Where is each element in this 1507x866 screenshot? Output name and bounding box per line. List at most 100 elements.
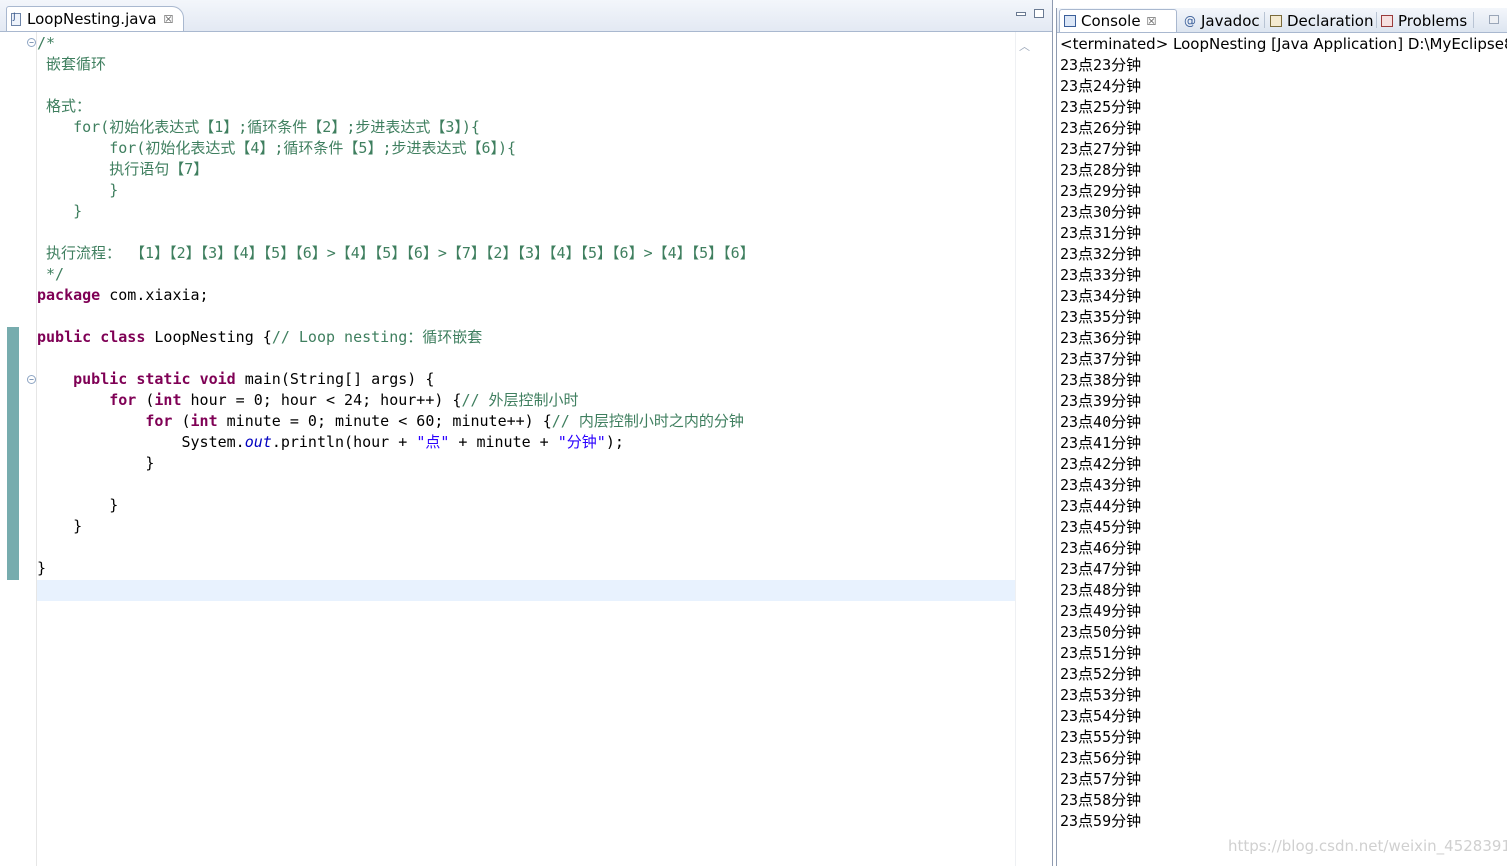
tab-declaration-label: Declaration [1287, 11, 1374, 30]
console-output-line: 23点58分钟 [1060, 791, 1142, 809]
view-tab-bar: Console ☒ @ Javadoc Declaration Problems [1057, 8, 1507, 33]
editor-pane: LoopNesting.java ☒ − − ︿ /* 嵌套循环 格式： for… [0, 0, 1053, 866]
code-token: } [37, 181, 119, 199]
tab-problems[interactable]: Problems [1377, 9, 1473, 32]
quick-diff-change-bar [7, 327, 19, 580]
console-output-line: 23点49分钟 [1060, 602, 1142, 620]
code-token: public [37, 328, 92, 346]
tab-console-label: Console [1081, 12, 1141, 30]
code-line: package com.xiaxia; [37, 285, 1015, 306]
maximize-button[interactable] [1034, 9, 1044, 18]
code-token: + minute + [449, 433, 558, 451]
code-line: } [37, 558, 1015, 579]
code-line: */ [37, 264, 1015, 285]
code-token: } [37, 496, 119, 514]
chevron-up-icon[interactable]: ︿ [1019, 38, 1030, 54]
console-output-line: 23点39分钟 [1060, 392, 1142, 410]
fold-collapse-icon[interactable]: − [27, 375, 36, 384]
code-token: hour = 0; hour < 24; hour++) { [181, 391, 462, 409]
code-token: } [37, 454, 155, 472]
console-output-line: 23点57分钟 [1060, 770, 1142, 788]
close-icon[interactable]: ☒ [1147, 15, 1157, 28]
code-token: com.xiaxia; [100, 286, 209, 304]
watermark-text: https://blog.csdn.net/weixin_45283914 [1228, 837, 1507, 855]
code-line: 格式： [37, 96, 1015, 117]
editor-tab-label: LoopNesting.java [27, 10, 157, 28]
view-menu-button[interactable] [1489, 15, 1499, 24]
code-token: for(初始化表达式【1】;循环条件【2】;步进表达式【3】){ [37, 118, 480, 136]
code-line: 执行流程： 【1】【2】【3】【4】【5】【6】>【4】【5】【6】>【7】【2… [37, 243, 1015, 264]
console-output-line: 23点55分钟 [1060, 728, 1142, 746]
code-line: System.out.println(hour + "点" + minute +… [37, 432, 1015, 453]
code-token: "分钟" [557, 433, 606, 451]
console-output-line: 23点31分钟 [1060, 224, 1142, 242]
console-output-line: 23点25分钟 [1060, 98, 1142, 116]
tab-javadoc[interactable]: @ Javadoc [1180, 9, 1264, 32]
code-token: 执行语句【7】 [37, 160, 209, 178]
tab-separator [1473, 12, 1474, 28]
console-output-line: 23点27分钟 [1060, 140, 1142, 158]
console-output-line: 23点23分钟 [1060, 56, 1142, 74]
code-line: for (int minute = 0; minute < 60; minute… [37, 411, 1015, 432]
code-token: int [190, 412, 218, 430]
code-token: minute = 0; minute < 60; minute++) { [217, 412, 552, 430]
code-line: } [37, 180, 1015, 201]
console-output-line: 23点35分钟 [1060, 308, 1142, 326]
tab-problems-label: Problems [1398, 11, 1468, 30]
console-status-line: <terminated> LoopNesting [Java Applicati… [1060, 35, 1507, 53]
console-output-line: 23点24分钟 [1060, 77, 1142, 95]
code-token: public [73, 370, 128, 388]
console-output-line: 23点51分钟 [1060, 644, 1142, 662]
console-output-line: 23点30分钟 [1060, 203, 1142, 221]
console-output-line: 23点29分钟 [1060, 182, 1142, 200]
code-token: ( [172, 412, 191, 430]
at-sign-icon: @ [1184, 13, 1196, 28]
code-line: } [37, 201, 1015, 222]
code-token: .println(hour + [271, 433, 417, 451]
code-token: } [37, 517, 83, 535]
code-token: ); [605, 433, 624, 451]
minimize-button[interactable] [1016, 12, 1026, 16]
code-token: 嵌套循环 [37, 55, 107, 73]
tab-declaration[interactable]: Declaration [1266, 9, 1376, 32]
code-line: public class LoopNesting {// Loop nestin… [37, 327, 1015, 348]
declaration-icon [1270, 14, 1282, 27]
console-output-line: 23点38分钟 [1060, 371, 1142, 389]
code-line: 嵌套循环 [37, 54, 1015, 75]
code-token: for [109, 391, 137, 409]
code-token: // 外层控制小时 [461, 391, 579, 409]
close-icon[interactable]: ☒ [164, 13, 174, 26]
console-output-line: 23点34分钟 [1060, 287, 1142, 305]
console-output-line: 23点42分钟 [1060, 455, 1142, 473]
code-token: ( [136, 391, 155, 409]
fold-collapse-icon[interactable]: − [27, 38, 36, 47]
tab-separator [1264, 12, 1265, 28]
java-file-icon [11, 12, 21, 26]
console-output-line: 23点45分钟 [1060, 518, 1142, 536]
code-token: } [37, 559, 47, 577]
code-token: "点" [416, 433, 450, 451]
code-token: void [199, 370, 236, 388]
code-editor[interactable]: /* 嵌套循环 格式： for(初始化表达式【1】;循环条件【2】;步进表达式【… [37, 33, 1015, 579]
code-token: static [136, 370, 191, 388]
console-output-line: 23点53分钟 [1060, 686, 1142, 704]
code-line: } [37, 495, 1015, 516]
editor-tab-bar: LoopNesting.java ☒ [0, 0, 1052, 32]
console-output[interactable]: 23点23分钟 23点24分钟 23点25分钟 23点26分钟 23点27分钟 23点28… [1060, 55, 1500, 832]
console-output-line: 23点26分钟 [1060, 119, 1142, 137]
current-line-highlight [37, 580, 1015, 601]
console-output-line: 23点46分钟 [1060, 539, 1142, 557]
editor-tab-loopnesting[interactable]: LoopNesting.java ☒ [6, 6, 184, 31]
editor-scrollbar[interactable] [1015, 32, 1016, 866]
code-line: for(初始化表达式【4】;循环条件【5】;步进表达式【6】){ [37, 138, 1015, 159]
code-token: // 内层控制小时之内的分钟 [551, 412, 744, 430]
code-line: } [37, 453, 1015, 474]
tab-console[interactable]: Console ☒ [1059, 9, 1177, 32]
